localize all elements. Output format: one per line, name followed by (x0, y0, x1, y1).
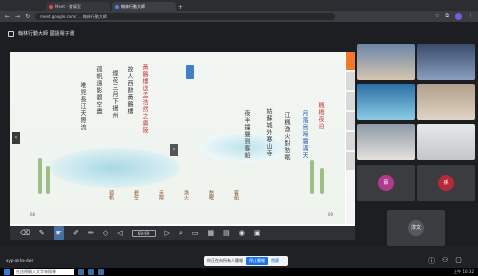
poem-column: 故人西辭黃鶴樓 (126, 66, 133, 115)
reed-illustration (310, 160, 314, 194)
participant-video[interactable] (357, 84, 415, 120)
note-icon[interactable]: ▤ (223, 226, 230, 240)
page-number-left: 68 (30, 212, 36, 217)
ebook-toolbar: ⌫ ✎ ☛ ✐ ✏ ◇ ◁ 68-69 ▷ ⌕ ▭ ▦ ▤ ◉ ▣ (10, 226, 355, 240)
forward-icon[interactable]: → (15, 13, 20, 20)
bookmark-star-icon[interactable]: ☆ (435, 13, 439, 20)
next-icon[interactable]: ▷ (165, 226, 170, 240)
people-icon[interactable]: ⚇ (442, 256, 448, 266)
presenting-text: 你正在向所有人簡報 (207, 258, 243, 263)
back-icon[interactable]: ← (5, 13, 10, 20)
browser-tab[interactable]: Meet - 會議室 (46, 2, 110, 11)
side-tab[interactable] (346, 152, 355, 170)
browser-tab-active[interactable]: 翰林行動大師 (112, 2, 176, 11)
taskbar-app-icon[interactable] (88, 269, 94, 275)
participant-avatar: 蔡 (378, 175, 394, 191)
participant-video[interactable] (417, 84, 475, 120)
side-tab[interactable] (346, 72, 355, 90)
zoom-icon[interactable]: ⌕ (179, 226, 183, 240)
participant-tile[interactable]: 蔡 (357, 165, 415, 201)
poem-column: 月落烏啼霜滿天 (301, 110, 308, 159)
poem-column: 江楓漁火對愁眠 (283, 112, 290, 161)
extensions-icon[interactable]: ⧉ (445, 13, 449, 20)
reload-icon[interactable]: ↻ (25, 13, 30, 20)
tab-favicon-icon (49, 4, 53, 9)
participant-video[interactable] (357, 124, 415, 160)
side-tab[interactable] (346, 92, 355, 110)
browser-menu-icon[interactable]: ⋮ (468, 13, 473, 20)
participant-avatar: 淳文 (408, 220, 424, 236)
browser-tab-strip: Meet - 會議室 翰林行動大師 + (0, 0, 478, 11)
shared-screen: 黃鶴樓送孟浩然之廣陵 故人西辭黃鶴樓 煙花三月下揚州 孤帆遠影碧空盡 唯見長江天… (10, 52, 355, 232)
windows-taskbar: 在這裡輸入文字來搜尋 上午 10:32 (0, 268, 478, 276)
screen-share-icon (8, 30, 14, 37)
reed-illustration (38, 158, 42, 194)
participant-video[interactable] (417, 124, 475, 160)
hide-button[interactable]: 隱藏 (271, 258, 279, 264)
taskbar-search-input[interactable]: 在這裡輸入文字來搜尋 (14, 269, 74, 275)
poem-column: 楓橋夜泊 (317, 102, 324, 130)
chat-icon[interactable]: ▢ (455, 256, 462, 266)
meet-side-controls: ⓘ ⚇ ▢ (428, 256, 462, 266)
poem-column: 夜半鐘聲到客船 (243, 110, 250, 159)
gloss-term[interactable]: 愁眠 (208, 190, 215, 218)
participant-tile[interactable]: 淳文 (387, 210, 445, 246)
lake-illustration (50, 148, 180, 188)
meeting-code: ayp-akha-dwr (6, 258, 34, 263)
eraser-icon[interactable]: ⌫ (20, 226, 30, 240)
presenting-banner: 你正在向所有人簡報 停止簡報 隱藏 (204, 256, 288, 266)
select-icon[interactable]: ☛ (53, 226, 65, 240)
gloss-term[interactable]: 天際 (158, 190, 165, 218)
taskbar-app-icon[interactable] (98, 269, 104, 275)
presentation-title: 翰林行動大師 國語電子書 (18, 31, 75, 37)
gloss-row: 孤帆 碧空 天際 漁火 愁眠 客船 (96, 190, 336, 218)
participant-video[interactable] (357, 44, 415, 80)
poem-column: 黃鶴樓送孟浩然之廣陵 (141, 64, 148, 134)
ebook-page: 黃鶴樓送孟浩然之廣陵 故人西辭黃鶴樓 煙花三月下揚州 孤帆遠影碧空盡 唯見長江天… (10, 52, 345, 224)
address-bar-row: ← → ↻ meet.google.com/ ... 翰林行動大師 ☆ ⧉ ⋮ (0, 11, 478, 22)
pen-icon[interactable]: ✎ (39, 226, 45, 240)
previous-page-icon[interactable]: ‹ (12, 132, 20, 144)
fit-icon[interactable]: ▭ (192, 226, 199, 240)
page-splitter-handle[interactable]: › (170, 144, 178, 156)
poem-column: 孤帆遠影碧空盡 (95, 66, 102, 115)
taskbar-app-icon[interactable] (78, 269, 84, 275)
participant-video[interactable] (417, 44, 475, 80)
gloss-term[interactable]: 孤帆 (108, 190, 115, 218)
tab-favicon-icon (115, 4, 119, 9)
side-tab[interactable] (346, 52, 355, 70)
page-indicator[interactable]: 68-69 (131, 229, 156, 237)
page-number-right: 69 (328, 212, 334, 217)
participant-avatar: 孫 (438, 175, 454, 191)
side-tab[interactable] (346, 132, 355, 150)
participant-tile[interactable]: 孫 (417, 165, 475, 201)
highlighter-icon[interactable]: ✐ (73, 226, 79, 240)
poem-column: 煙花三月下揚州 (111, 70, 118, 119)
gloss-term[interactable]: 漁火 (183, 190, 190, 218)
grid-icon[interactable]: ▦ (208, 226, 215, 240)
poem-column: 唯見長江天際流 (79, 82, 86, 131)
stop-presenting-button[interactable]: 停止簡報 (246, 257, 268, 265)
profile-avatar[interactable] (455, 13, 462, 20)
chapter-side-tabs (346, 52, 355, 224)
gloss-term[interactable]: 客船 (233, 190, 240, 218)
marker-icon[interactable]: ✏ (88, 226, 94, 240)
url-field[interactable]: meet.google.com/ ... 翰林行動大師 (35, 13, 336, 20)
gloss-term[interactable]: 碧空 (133, 190, 140, 218)
reed-illustration (46, 166, 50, 194)
shape-icon[interactable]: ◇ (103, 226, 108, 240)
side-tab[interactable] (346, 112, 355, 130)
save-icon[interactable]: ▣ (254, 226, 261, 240)
new-tab-button[interactable]: + (178, 4, 183, 11)
info-icon[interactable]: ⓘ (428, 256, 435, 266)
presentation-header: 翰林行動大師 國語電子書 (8, 28, 348, 39)
camera-icon[interactable]: ◉ (239, 226, 245, 240)
poem-column: 姑蘇城外寒山寺 (265, 108, 272, 157)
lesson-title-badge (186, 65, 194, 79)
prev-icon[interactable]: ◁ (117, 226, 122, 240)
start-icon[interactable] (4, 269, 10, 275)
taskbar-clock: 上午 10:32 (453, 269, 474, 274)
